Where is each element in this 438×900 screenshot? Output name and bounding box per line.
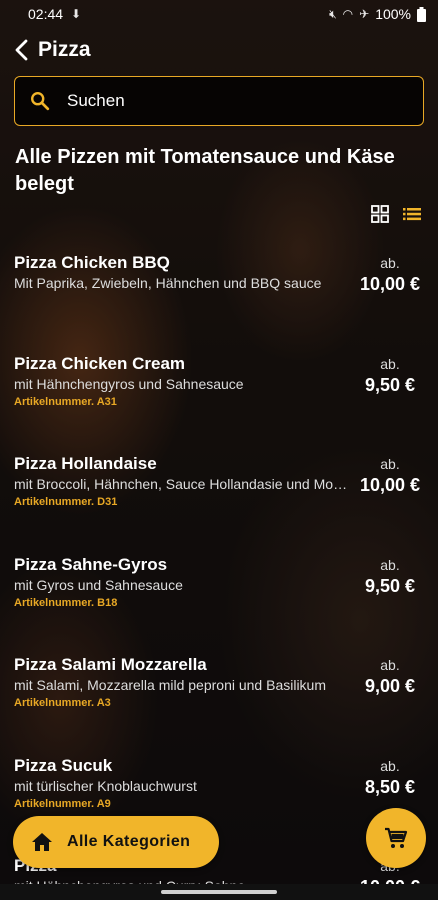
item-name: Pizza Salami Mozzarella xyxy=(14,655,207,674)
chevron-left-icon xyxy=(15,39,28,61)
price-prefix: ab. xyxy=(380,255,400,271)
home-icon xyxy=(32,833,52,851)
all-categories-button[interactable]: Alle Kategorien xyxy=(13,816,219,868)
item-price: 9,50 € xyxy=(364,575,416,596)
price-prefix: ab. xyxy=(380,657,400,673)
view-toggle xyxy=(0,198,438,224)
status-bar: 02:44 ⬇ 🔇︎ ◠ ✈ 100% xyxy=(0,0,438,28)
search-input[interactable] xyxy=(67,91,409,111)
status-time: 02:44 xyxy=(28,6,64,22)
search-bar[interactable] xyxy=(14,76,424,126)
item-description: mit Hähnchengyros und Sahnesauce xyxy=(14,375,244,392)
category-description: Alle Pizzen mit Tomatensauce und Käse be… xyxy=(15,146,395,195)
item-name: Pizza Sucuk xyxy=(14,755,113,775)
cart-button[interactable] xyxy=(366,808,426,868)
item-description: mit Salami, Mozzarella mild peproni und … xyxy=(14,677,327,693)
back-button[interactable] xyxy=(10,39,32,61)
item-price: 8,50 € xyxy=(364,776,416,797)
battery-level: 100% xyxy=(375,6,411,22)
battery-icon xyxy=(417,6,426,22)
item-description: mit Broccoli, Hähnchen, Sauce Hollandasi… xyxy=(14,476,348,492)
item-name: Pizza Chicken BBQ xyxy=(14,253,170,272)
item-price: 10,00 € xyxy=(359,475,421,495)
grid-view-icon[interactable] xyxy=(370,204,390,224)
app-header: Pizza xyxy=(0,28,438,72)
article-number: Artikelnummer. B18 xyxy=(14,596,118,609)
list-item[interactable]: Pizza Chicken Cream mit Hähnchengyros un… xyxy=(0,339,438,440)
search-icon xyxy=(31,92,50,111)
list-item[interactable]: Pizza Chicken BBQ Mit Paprika, Zwiebeln,… xyxy=(0,238,438,339)
item-price: 9,50 € xyxy=(364,374,416,395)
system-navigation-bar xyxy=(0,884,438,900)
price-prefix: ab. xyxy=(380,556,400,573)
article-number: Artikelnummer. A9 xyxy=(14,797,111,810)
mute-icon: 🔇︎ xyxy=(329,6,337,21)
list-item[interactable]: Pizza Sahne-Gyros mit Gyros und Sahnesau… xyxy=(0,540,438,641)
item-price: 9,00 € xyxy=(364,676,416,696)
item-description: mit Gyros und Sahnesauce xyxy=(14,576,183,593)
airplane-icon: ✈ xyxy=(359,7,370,21)
price-prefix: ab. xyxy=(380,456,400,472)
list-view-icon[interactable] xyxy=(402,204,422,224)
item-name: Pizza Chicken Cream xyxy=(14,353,186,373)
price-prefix: ab. xyxy=(380,757,400,774)
product-list: Pizza Chicken BBQ Mit Paprika, Zwiebeln,… xyxy=(0,238,438,900)
item-price: 10,00 € xyxy=(359,274,421,294)
article-number: Artikelnummer. A3 xyxy=(14,697,111,709)
item-name: Pizza Sahne-Gyros xyxy=(14,554,168,574)
item-description: Mit Paprika, Zwiebeln, Hähnchen und BBQ … xyxy=(14,275,322,291)
item-description: mit türlischer Knoblauchwurst xyxy=(14,777,197,794)
list-item[interactable]: Pizza Hollandaise mit Broccoli, Hähnchen… xyxy=(0,439,438,540)
article-number: Artikelnummer. A31 xyxy=(14,395,117,408)
wifi-icon: ◠ xyxy=(342,7,354,21)
price-prefix: ab. xyxy=(380,355,400,372)
all-categories-label: Alle Kategorien xyxy=(67,833,191,850)
article-number: Artikelnummer. D31 xyxy=(14,496,118,508)
item-name: Pizza Hollandaise xyxy=(14,454,157,473)
home-gesture-pill[interactable] xyxy=(161,890,277,894)
cart-icon xyxy=(385,827,408,848)
list-item[interactable]: Pizza Salami Mozzarella mit Salami, Mozz… xyxy=(0,640,438,741)
notification-icon: ⬇ xyxy=(71,7,82,21)
page-title: Pizza xyxy=(38,38,91,61)
